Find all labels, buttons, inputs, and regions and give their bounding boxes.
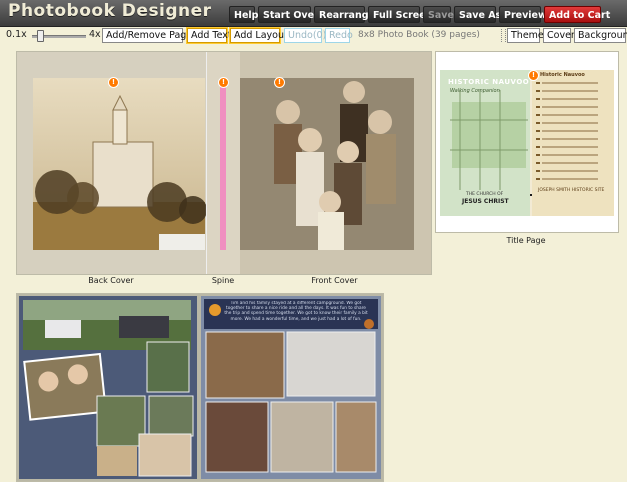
spine-page[interactable]: !: [206, 52, 242, 274]
background-button[interactable]: Background: [574, 28, 627, 43]
family-photo[interactable]: [240, 52, 431, 274]
zoom-slider-thumb[interactable]: [37, 30, 44, 42]
book-info: 8x8 Photo Book (39 pages): [358, 30, 480, 40]
title-page-warning-icon[interactable]: !: [528, 70, 539, 81]
front-cover-page[interactable]: !: [240, 52, 431, 274]
title-page[interactable]: HISTORIC NAUVOO Walking Companion Histor…: [435, 51, 619, 233]
app-title: Photobook Designer: [8, 1, 212, 21]
zoom-min-label: 0.1x: [6, 29, 27, 40]
start-over-button[interactable]: Start Over: [258, 6, 319, 23]
add-remove-pages-button[interactable]: Add/Remove Pages: [102, 28, 197, 43]
help-button[interactable]: Help: [229, 6, 258, 23]
rearrange-button[interactable]: Rearrange: [314, 6, 375, 23]
map-title: HISTORIC NAUVOO: [448, 78, 530, 86]
toolbar-separator: [501, 29, 506, 42]
add-text-button[interactable]: Add Text: [187, 28, 232, 43]
inner-right-page[interactable]: Tim and his family stayed at a different…: [201, 296, 381, 479]
map-subtitle: Walking Companion: [450, 88, 500, 94]
save-as-button[interactable]: Save As: [454, 6, 501, 23]
zoom-max-label: 4x: [89, 29, 101, 40]
spine-warning-icon[interactable]: !: [218, 77, 229, 88]
add-to-cart-button[interactable]: Add to Cart: [544, 6, 610, 23]
map-image[interactable]: HISTORIC NAUVOO Walking Companion Histor…: [440, 70, 614, 216]
church-line-1: THE CHURCH OF: [466, 192, 504, 197]
back-cover-page[interactable]: !: [17, 52, 206, 274]
back-cover-caption: Back Cover: [88, 276, 134, 285]
title-page-caption: Title Page: [506, 236, 546, 245]
church-line-2: JESUS CHRIST: [462, 198, 509, 205]
low-resolution-warning-icon[interactable]: !: [108, 77, 119, 88]
front-cover-warning-icon[interactable]: !: [274, 77, 285, 88]
inner-spread[interactable]: Tim and his family stayed at a different…: [16, 293, 384, 482]
redo-button[interactable]: Redo: [325, 28, 353, 43]
save-button[interactable]: Save: [423, 6, 454, 23]
legend-title: Historic Nauvoo: [540, 72, 585, 78]
front-cover-caption: Front Cover: [311, 276, 358, 285]
theme-button[interactable]: Theme: [507, 28, 544, 43]
cover-button[interactable]: Cover: [543, 28, 575, 43]
add-layout-button[interactable]: Add Layout: [230, 28, 288, 43]
spine-text-box[interactable]: [220, 78, 226, 250]
spine-caption: Spine: [211, 276, 235, 285]
preview-button[interactable]: Preview: [499, 6, 547, 23]
toolbar: 0.1x 4x Add/Remove Pages Add Text Add La…: [0, 27, 627, 44]
inner-page-text[interactable]: Tim and his family stayed at a different…: [223, 301, 369, 327]
full-screen-button[interactable]: Full Screen: [368, 6, 432, 23]
cover-spread[interactable]: ! ! !: [16, 51, 432, 275]
map-footer: JOSEPH SMITH HISTORIC SITE: [538, 188, 605, 193]
top-bar: Photobook Designer Help Start Over Rearr…: [0, 0, 627, 27]
undo-button[interactable]: Undo(0): [284, 28, 326, 43]
inner-left-page[interactable]: [19, 296, 197, 479]
